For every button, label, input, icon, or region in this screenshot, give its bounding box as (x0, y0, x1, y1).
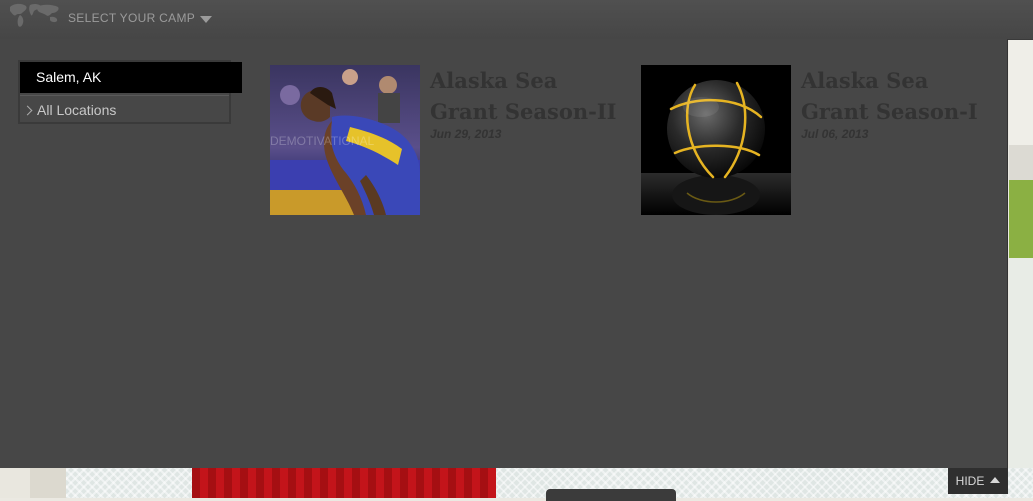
location-list: Salem, AK All Locations (18, 60, 242, 124)
background-page-bottom (0, 468, 1033, 498)
camp-card[interactable]: Alaska Sea Grant Season-I Jul 06, 2013 (641, 65, 1003, 215)
select-camp-dropdown[interactable]: SELECT YOUR CAMP (6, 0, 213, 36)
background-red-banner (192, 468, 496, 498)
background-dark-tab (546, 489, 676, 501)
caret-up-icon (990, 477, 1001, 483)
location-item-all-label: All Locations (37, 102, 117, 118)
camp-dropdown-panel: Salem, AK All Locations DEMOTIVATIONAL A… (0, 39, 1008, 468)
location-item-all[interactable]: All Locations (20, 95, 229, 124)
location-item-selected[interactable]: Salem, AK (20, 62, 242, 93)
camp-card[interactable]: DEMOTIVATIONAL Alaska Sea Grant Season-I… (270, 65, 630, 215)
thumbnail-watermark: DEMOTIVATIONAL (270, 134, 375, 148)
basketball-player-photo[interactable]: DEMOTIVATIONAL (270, 65, 420, 215)
camp-date: Jun 29, 2013 (430, 127, 502, 141)
background-page-strip (1009, 0, 1033, 498)
chevron-right-icon (22, 105, 33, 115)
caret-down-icon (200, 15, 213, 23)
basketball-photo[interactable] (641, 65, 791, 215)
world-map-icon (10, 3, 59, 27)
camp-date: Jul 06, 2013 (801, 127, 869, 141)
camp-title[interactable]: Alaska Sea Grant Season-II (430, 65, 630, 127)
background-page-bottom-left (0, 468, 66, 498)
hide-button[interactable]: HIDE (948, 468, 1008, 494)
top-bar: SELECT YOUR CAMP (0, 0, 1033, 40)
camp-title[interactable]: Alaska Sea Grant Season-I (801, 65, 1001, 127)
select-camp-label: SELECT YOUR CAMP (68, 11, 196, 25)
hide-button-label: HIDE (955, 474, 985, 488)
